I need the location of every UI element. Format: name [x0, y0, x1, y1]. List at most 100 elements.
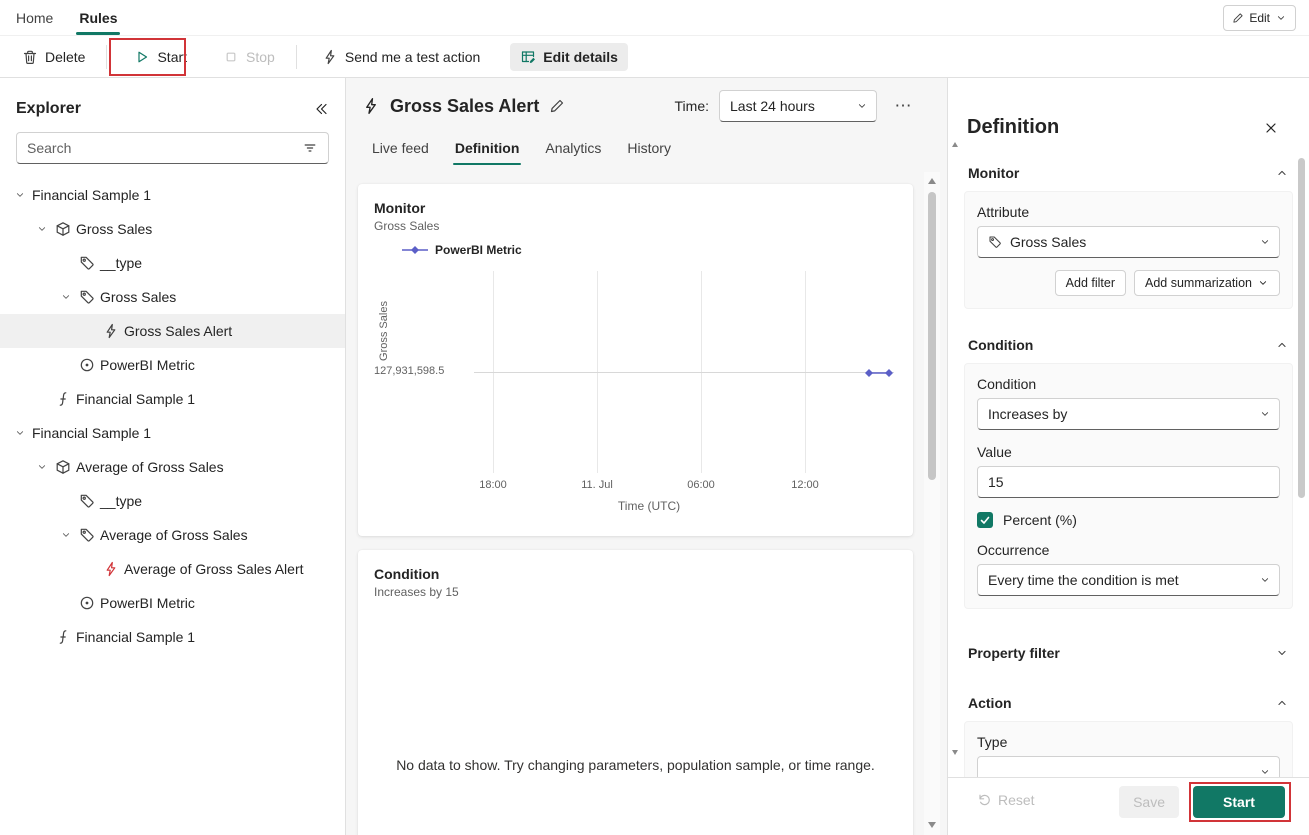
condition-value: Increases by: [988, 406, 1067, 422]
chevron-down-icon[interactable]: [32, 461, 52, 473]
action-section-header[interactable]: Action: [964, 693, 1293, 713]
chevron-down-icon[interactable]: [10, 189, 30, 201]
panel-scroll-down-arrow[interactable]: [952, 750, 958, 755]
scrollbar-thumb[interactable]: [928, 192, 936, 480]
tree-item-label: Average of Gross Sales Alert: [124, 561, 304, 577]
add-summarization-button[interactable]: Add summarization: [1134, 270, 1280, 296]
chevron-down-icon[interactable]: [56, 529, 76, 541]
stop-button[interactable]: Stop: [213, 43, 285, 71]
no-data-message: No data to show. Try changing parameters…: [374, 757, 897, 773]
filter-icon[interactable]: [302, 140, 318, 156]
time-label: Time:: [675, 98, 709, 114]
collapse-sidebar-icon[interactable]: [313, 101, 329, 117]
scroll-down-arrow[interactable]: [928, 822, 936, 828]
tree-item-gross-sales-attribute[interactable]: Gross Sales: [0, 280, 345, 314]
type-label: Type: [977, 734, 1280, 750]
legend-label: PowerBI Metric: [435, 243, 522, 257]
eventstream-icon: [52, 391, 74, 407]
chevron-down-icon: [1275, 12, 1287, 24]
monitor-card-subtitle: Gross Sales: [374, 219, 897, 233]
tree-item-label: Average of Gross Sales: [100, 527, 248, 543]
monitor-section-title: Monitor: [968, 165, 1019, 181]
condition-section-header[interactable]: Condition: [964, 335, 1293, 355]
chevron-down-icon[interactable]: [10, 427, 30, 439]
occurrence-value: Every time the condition is met: [988, 572, 1179, 588]
occurrence-dropdown[interactable]: Every time the condition is met: [977, 564, 1280, 596]
more-options-button[interactable]: ⋯: [887, 90, 919, 122]
percent-checkbox[interactable]: [977, 512, 993, 528]
chevron-up-icon: [1275, 166, 1289, 180]
send-test-action-button[interactable]: Send me a test action: [312, 43, 490, 71]
monitor-section-header[interactable]: Monitor: [964, 163, 1293, 183]
condition-dropdown[interactable]: Increases by: [977, 398, 1280, 430]
reset-button[interactable]: Reset: [968, 786, 1043, 814]
rename-pencil-icon[interactable]: [549, 98, 565, 114]
tab-live-feed[interactable]: Live feed: [360, 132, 441, 167]
value-input[interactable]: [977, 466, 1280, 498]
tree-item-financial-sample-2[interactable]: Financial Sample 1: [0, 416, 345, 450]
x-axis-tick: 12:00: [791, 479, 819, 491]
rule-title: Gross Sales Alert: [390, 96, 539, 117]
chevron-down-icon: [1259, 574, 1271, 586]
tab-history[interactable]: History: [615, 132, 683, 167]
rule-header: Gross Sales Alert Time: Last 24 hours ⋯: [346, 78, 947, 132]
tab-definition[interactable]: Definition: [443, 132, 532, 167]
undo-icon: [976, 792, 992, 808]
tree-item-gross-sales-alert[interactable]: Gross Sales Alert: [0, 314, 345, 348]
metric-icon: [76, 595, 98, 611]
panel-start-button[interactable]: Start: [1193, 786, 1285, 818]
toolbar-divider: [296, 45, 297, 69]
y-axis-tick: 127,931,598.5: [374, 365, 438, 377]
tree-item-average-gross-sales-attribute[interactable]: Average of Gross Sales: [0, 518, 345, 552]
tree-item-type[interactable]: __type: [0, 484, 345, 518]
nav-tab-home[interactable]: Home: [12, 1, 57, 35]
tree-item-type[interactable]: __type: [0, 246, 345, 280]
explorer-title: Explorer: [16, 100, 81, 118]
panel-scrollbar-thumb[interactable]: [1298, 158, 1305, 498]
time-range-dropdown[interactable]: Last 24 hours: [719, 90, 877, 122]
chevron-down-icon[interactable]: [32, 223, 52, 235]
eventstream-icon: [52, 629, 74, 645]
condition-card: Condition Increases by 15 No data to sho…: [358, 550, 913, 835]
attribute-dropdown[interactable]: Gross Sales: [977, 226, 1280, 258]
edit-dropdown-button[interactable]: Edit: [1223, 5, 1296, 31]
cube-icon: [52, 221, 74, 237]
tree-item-gross-sales-entity[interactable]: Gross Sales: [0, 212, 345, 246]
tree-item-label: PowerBI Metric: [100, 357, 195, 373]
main-content: Gross Sales Alert Time: Last 24 hours ⋯ …: [346, 78, 947, 835]
tree-item-powerbi-metric[interactable]: PowerBI Metric: [0, 586, 345, 620]
nav-tab-rules[interactable]: Rules: [75, 1, 121, 35]
add-filter-label: Add filter: [1066, 276, 1115, 290]
search-input[interactable]: [27, 140, 294, 156]
pencil-icon: [1232, 12, 1244, 24]
tree-item-powerbi-metric[interactable]: PowerBI Metric: [0, 348, 345, 382]
main-scrollbar[interactable]: [924, 172, 940, 835]
condition-field-label: Condition: [977, 376, 1280, 392]
panel-scroll-up-arrow[interactable]: [952, 142, 958, 147]
save-button[interactable]: Save: [1119, 786, 1179, 818]
time-range-value: Last 24 hours: [730, 98, 815, 114]
edit-details-button[interactable]: Edit details: [510, 43, 628, 71]
tree-item-financial-sample-stream[interactable]: Financial Sample 1: [0, 382, 345, 416]
tree-item-label: Financial Sample 1: [76, 629, 195, 645]
edit-dropdown-label: Edit: [1249, 11, 1270, 25]
send-test-action-label: Send me a test action: [345, 49, 480, 65]
tree-item-financial-sample-stream[interactable]: Financial Sample 1: [0, 620, 345, 654]
panel-footer: Reset Save Start: [948, 777, 1309, 835]
explorer-sidebar: Explorer Financial Sample 1 Gross Sales: [0, 78, 346, 835]
tree-item-average-gross-sales-alert[interactable]: Average of Gross Sales Alert: [0, 552, 345, 586]
tag-icon: [76, 289, 98, 305]
condition-card-subtitle: Increases by 15: [374, 585, 897, 599]
tree-item-average-gross-sales-entity[interactable]: Average of Gross Sales: [0, 450, 345, 484]
close-icon[interactable]: [1263, 120, 1279, 136]
tree-item-financial-sample-1[interactable]: Financial Sample 1: [0, 178, 345, 212]
scroll-up-arrow[interactable]: [928, 178, 936, 184]
toolbar-divider: [106, 45, 107, 69]
property-filter-section-header[interactable]: Property filter: [964, 643, 1293, 663]
chevron-down-icon[interactable]: [56, 291, 76, 303]
add-filter-button[interactable]: Add filter: [1055, 270, 1126, 296]
chevron-down-icon: [1275, 646, 1289, 660]
start-button[interactable]: Start: [124, 43, 197, 71]
tab-analytics[interactable]: Analytics: [533, 132, 613, 167]
delete-button[interactable]: Delete: [12, 43, 95, 71]
